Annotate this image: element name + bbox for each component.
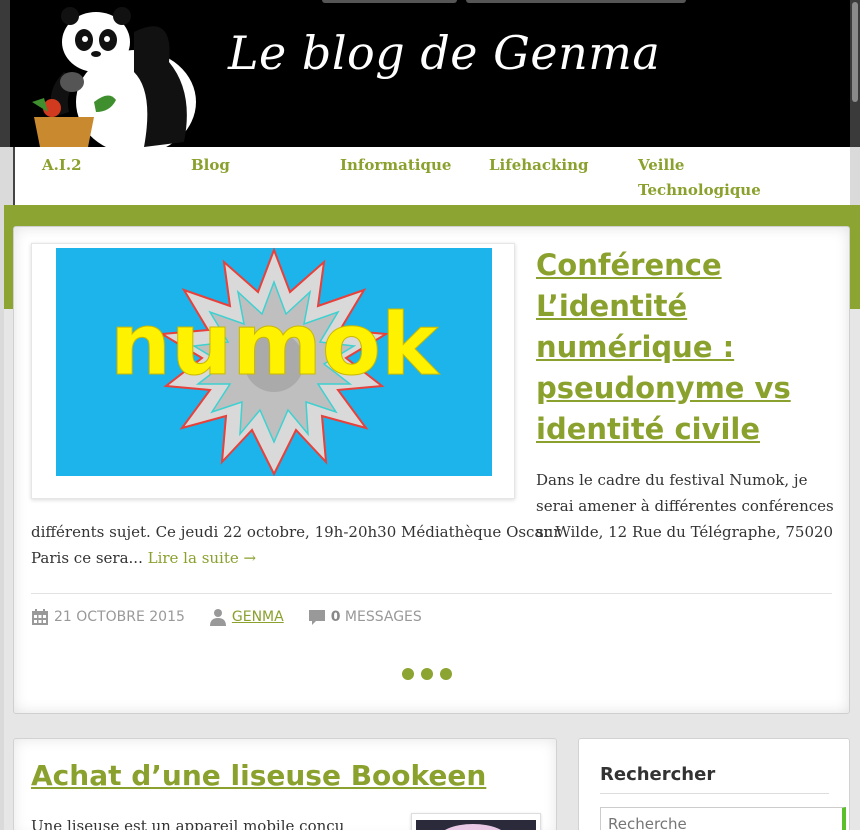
window-edge-left	[0, 0, 10, 147]
panda-logo-icon[interactable]	[24, 2, 204, 147]
featured-excerpt-part2: différents sujet. Ce jeudi 22 octobre, 1…	[31, 519, 836, 571]
scrollbar-thumb[interactable]	[852, 2, 858, 102]
post-thumbnail[interactable]	[411, 813, 541, 830]
comments-count: 0	[330, 609, 341, 625]
featured-image[interactable]: numok	[56, 248, 492, 476]
featured-divider	[31, 593, 832, 594]
top-tab-left	[322, 0, 457, 3]
numok-starburst-image: numok	[109, 248, 440, 476]
search-widget-divider	[600, 793, 829, 794]
post-card: Achat d’une liseuse Bookeen Une liseuse …	[13, 738, 557, 830]
site-header: Le blog de Genma	[0, 0, 860, 147]
search-widget-title: Rechercher	[600, 764, 716, 785]
nav-item-informatique[interactable]: Informatique	[340, 153, 485, 178]
slider-pagination	[402, 668, 452, 680]
post-meta: 21 OCTOBRE 2015 GENMA 0 MESSAGES	[31, 606, 422, 628]
post-date: 21 OCTOBRE 2015	[54, 609, 185, 625]
slider-dot-2[interactable]	[421, 668, 433, 680]
comments-label[interactable]: MESSAGES	[345, 609, 422, 625]
post-author-link[interactable]: GENMA	[232, 609, 284, 625]
featured-post-title[interactable]: Conférence L’identité numérique : pseudo…	[536, 245, 836, 450]
user-icon	[209, 609, 226, 626]
sidebar-search-widget: Rechercher	[578, 738, 850, 830]
post-title[interactable]: Achat d’une liseuse Bookeen	[31, 759, 486, 792]
main-nav: A.I.2 Blog Informatique Lifehacking Veil…	[13, 147, 850, 205]
top-tab-right	[466, 0, 686, 3]
nav-item-lifehacking[interactable]: Lifehacking	[489, 153, 634, 178]
site-title[interactable]: Le blog de Genma	[228, 26, 660, 80]
slider-dot-3[interactable]	[440, 668, 452, 680]
comment-icon	[308, 610, 325, 625]
page-scrollbar[interactable]	[850, 0, 860, 147]
slider-dot-1[interactable]	[402, 668, 414, 680]
search-input[interactable]	[600, 807, 846, 830]
nav-item-ai2[interactable]: A.I.2	[42, 153, 187, 178]
post-thumbnail-image	[416, 820, 536, 830]
nav-item-veille-technologique[interactable]: Veille Technologique	[638, 153, 768, 203]
featured-post-card: numok Conférence L’identité numérique : …	[13, 226, 850, 714]
featured-image-text: numok	[110, 295, 440, 395]
calendar-icon	[32, 609, 48, 625]
featured-image-frame[interactable]: numok	[31, 243, 515, 499]
read-more-link[interactable]: Lire la suite →	[148, 549, 256, 567]
nav-item-blog[interactable]: Blog	[191, 153, 336, 178]
post-excerpt: Une liseuse est un appareil mobile conçu	[31, 817, 345, 830]
